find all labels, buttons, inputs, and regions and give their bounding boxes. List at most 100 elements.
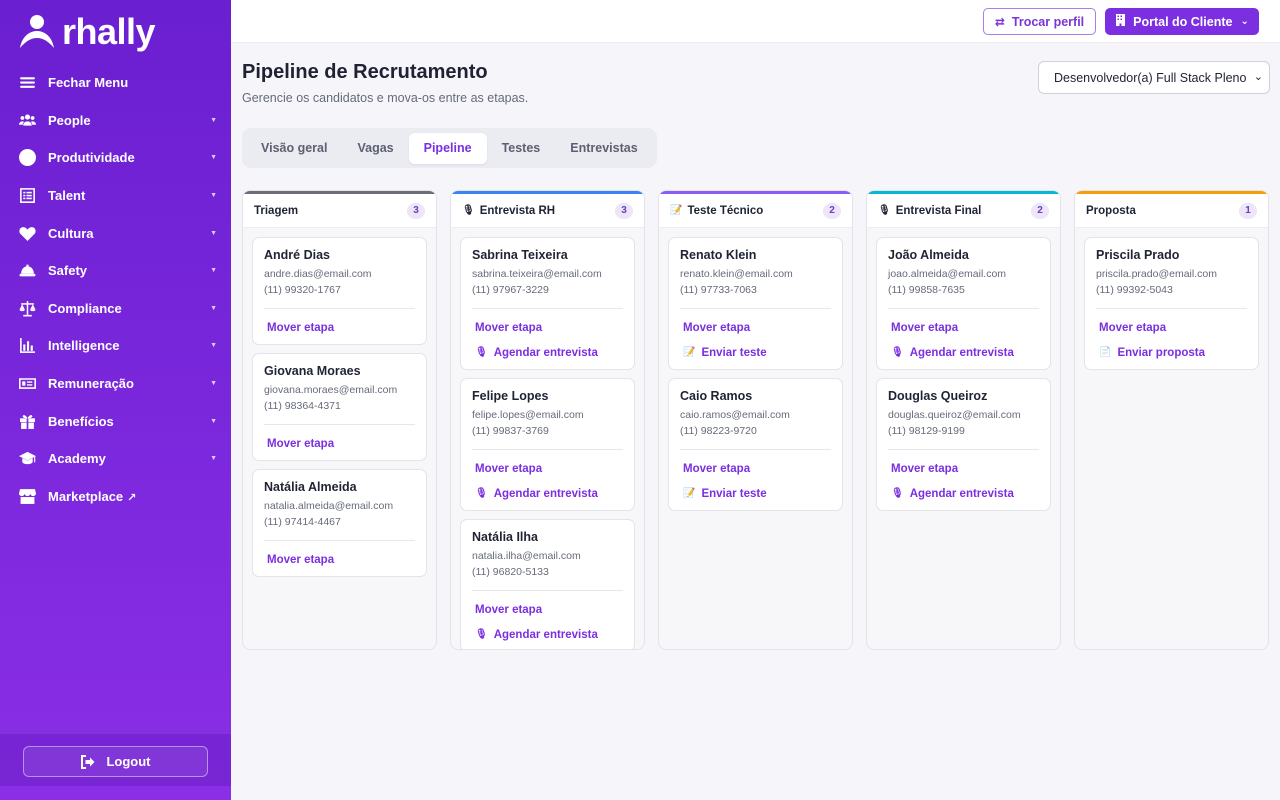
sidebar-item-label: Cultura [48,225,94,241]
mover-etapa-button[interactable]: Mover etapa [1096,315,1247,340]
logout-button[interactable]: Logout [23,746,208,777]
column-header: 📝 Teste Técnico 2 [659,191,852,228]
trocar-perfil-button[interactable]: ⇄ Trocar perfil [983,8,1096,35]
card-list: Priscila Prado priscila.prado@email.com (1… [1075,228,1268,370]
pipeline-column: Proposta 1 Priscila Prado priscila.prado@em… [1074,190,1269,650]
divider [264,424,415,425]
action-label: Mover etapa [683,462,751,475]
mover-etapa-button[interactable]: Mover etapa [472,315,623,340]
card-spacer [472,647,623,649]
job-select[interactable]: Desenvolvedor(a) Full Stack Pleno ⌄ [1038,61,1270,94]
candidate-name: Felipe Lopes [472,389,549,403]
microphone-icon: 🎙 [878,205,891,216]
agendar-entrevista-button[interactable]: 🎙 Agendar entrevista [472,622,623,647]
sidebar-item-label: Marketplace ↗ [48,489,217,504]
agendar-entrevista-button[interactable]: 🎙 Agendar entrevista [472,481,623,506]
action-label: Mover etapa [267,321,335,334]
document-icon: 📄 [1099,347,1112,358]
action-label: Agendar entrevista [493,628,598,641]
graduation-icon [18,450,36,468]
tab-pipeline[interactable]: Pipeline [408,132,487,164]
divider [888,449,1039,450]
building-icon [1115,14,1126,29]
mover-etapa-button[interactable]: Mover etapa [472,597,623,622]
sidebar-item-talent[interactable]: Talent ▼ [0,177,231,215]
enviar-teste-button[interactable]: 📝 Enviar teste [680,340,831,365]
sidebar-item-fechar-menu[interactable]: Fechar Menu [0,64,231,102]
candidate-name: Natália Ilha [472,530,538,544]
divider [264,540,415,541]
candidate-card[interactable]: André Dias andre.dias@email.com (11) 99320… [252,237,427,345]
enviar-teste-button[interactable]: 📝 Enviar teste [680,481,831,506]
card-spacer [264,340,415,344]
candidate-card[interactable]: Natália Almeida natalia.almeida@email.com… [252,469,427,577]
chevron-down-icon: ▼ [210,154,217,162]
agendar-entrevista-button[interactable]: 🎙 Agendar entrevista [888,340,1039,365]
tab-testes[interactable]: Testes [487,133,556,164]
candidate-card[interactable]: Natália Ilha natalia.ilha@email.com (11) 9… [460,519,635,649]
candidate-card[interactable]: Renato Klein renato.klein@email.com (11) 9… [668,237,843,370]
candidate-card[interactable]: Douglas Queiroz douglas.queiroz@email.com… [876,378,1051,511]
candidate-card[interactable]: João Almeida joao.almeida@email.com (11) 9… [876,237,1051,370]
pipeline-column: 🎙 Entrevista RH 3 Sabrina Teixeira sabrina.t… [450,190,645,650]
action-label: Mover etapa [891,321,959,334]
sidebar-item-label: Remuneração [48,376,134,392]
sidebar-item-people[interactable]: People ▼ [0,102,231,140]
mover-etapa-button[interactable]: Mover etapa [680,315,831,340]
mover-etapa-button[interactable]: Mover etapa [680,456,831,481]
candidate-email: felipe.lopes@email.com [472,409,584,421]
mover-etapa-button[interactable]: Mover etapa [472,456,623,481]
candidate-card[interactable]: Sabrina Teixeira sabrina.teixeira@email.c… [460,237,635,370]
list-icon [18,187,36,205]
agendar-entrevista-button[interactable]: 🎙 Agendar entrevista [472,340,623,365]
action-label: Agendar entrevista [909,487,1014,500]
brand-logo[interactable]: rhally [18,12,156,52]
mover-etapa-button[interactable]: Mover etapa [888,456,1039,481]
sidebar-item-safety[interactable]: Safety ▼ [0,252,231,290]
memo-icon: 📝 [670,205,683,216]
candidate-phone: (11) 98129-9199 [888,425,965,437]
sidebar-item-label: Talent [48,188,86,204]
tab-vis-o-geral[interactable]: Visão geral [246,133,342,164]
sidebar-item-remuneracao[interactable]: Remuneração ▼ [0,365,231,403]
sidebar-item-produtividade[interactable]: Produtividade ▼ [0,139,231,177]
mover-etapa-button[interactable]: Mover etapa [888,315,1039,340]
gift-icon [18,412,36,430]
sidebar-item-label: Intelligence [48,338,120,354]
action-label: Mover etapa [267,437,335,450]
candidate-card[interactable]: Giovana Moraes giovana.moraes@email.com (1… [252,353,427,461]
microphone-icon: 🎙 [462,205,475,216]
candidate-card[interactable]: Caio Ramos caio.ramos@email.com (11) 98223… [668,378,843,511]
action-label: Mover etapa [475,321,543,334]
card-spacer [888,506,1039,510]
sidebar-item-beneficios[interactable]: Benefícios ▼ [0,402,231,440]
agendar-entrevista-button[interactable]: 🎙 Agendar entrevista [888,481,1039,506]
sidebar-item-academy[interactable]: Academy ▼ [0,440,231,478]
column-header: 🎙 Entrevista RH 3 [451,191,644,228]
sidebar-item-cultura[interactable]: Cultura ▼ [0,214,231,252]
candidate-email: sabrina.teixeira@email.com [472,268,602,280]
candidate-phone: (11) 97967-3229 [472,284,549,296]
mover-etapa-button[interactable]: Mover etapa [264,431,415,456]
portal-cliente-button[interactable]: Portal do Cliente ⌄ [1105,8,1259,35]
candidate-card[interactable]: Felipe Lopes felipe.lopes@email.com (11) 9… [460,378,635,511]
card-spacer [472,365,623,369]
sidebar-item-label: Academy [48,451,106,467]
candidate-card[interactable]: Priscila Prado priscila.prado@email.com (1… [1084,237,1259,370]
mover-etapa-button[interactable]: Mover etapa [264,547,415,572]
tab-vagas[interactable]: Vagas [342,133,408,164]
sidebar-item-marketplace[interactable]: Marketplace ↗ [0,478,231,516]
sidebar-item-intelligence[interactable]: Intelligence ▼ [0,327,231,365]
tab-entrevistas[interactable]: Entrevistas [555,133,652,164]
enviar-proposta-button[interactable]: 📄 Enviar proposta [1096,340,1247,365]
divider [472,590,623,591]
pipeline-column: 🎙 Entrevista Final 2 João Almeida joao.almei… [866,190,1061,650]
people-icon [18,111,36,129]
sidebar-item-compliance[interactable]: Compliance ▼ [0,290,231,328]
chevron-down-icon: ▼ [210,417,217,425]
candidate-email: natalia.almeida@email.com [264,500,394,512]
pipeline-column: Triagem 3 André Dias andre.dias@email.com (1… [242,190,437,650]
column-title: Teste Técnico [687,204,764,217]
candidate-phone: (11) 99320-1767 [264,284,341,296]
mover-etapa-button[interactable]: Mover etapa [264,315,415,340]
